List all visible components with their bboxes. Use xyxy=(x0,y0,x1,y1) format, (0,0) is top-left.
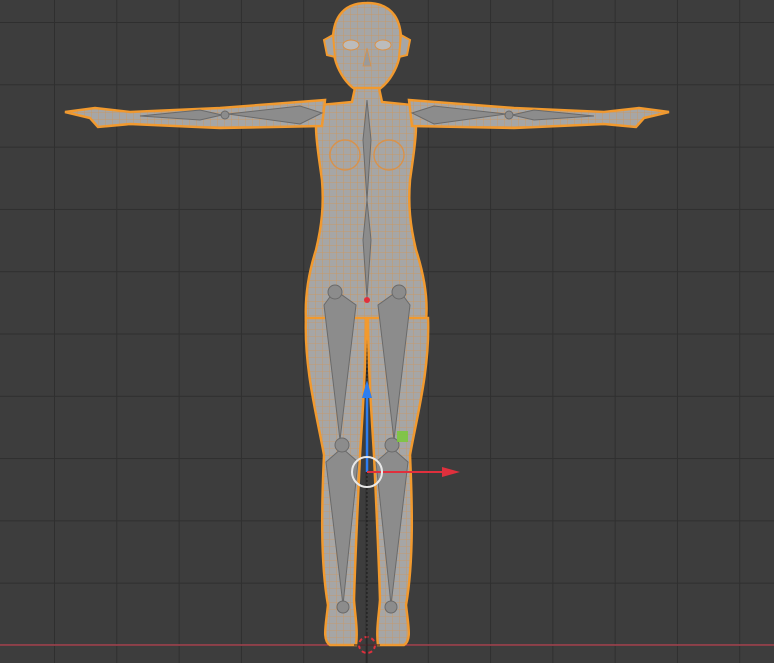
ankle-left-joint[interactable] xyxy=(336,600,350,614)
pelvis-joint[interactable] xyxy=(364,297,370,303)
3d-viewport[interactable] xyxy=(0,0,774,663)
hip-right-joint[interactable] xyxy=(391,284,407,300)
x-axis-arrow-head[interactable] xyxy=(442,467,460,477)
ankle-right-joint[interactable] xyxy=(384,600,398,614)
left-eye xyxy=(342,39,360,51)
shoulder-left-joint[interactable] xyxy=(220,110,230,120)
scale-handle[interactable] xyxy=(397,431,408,442)
hip-left-joint[interactable] xyxy=(327,284,343,300)
3d-cursor-icon[interactable] xyxy=(354,632,380,663)
right-eye xyxy=(374,39,392,51)
viewport-scene[interactable] xyxy=(0,0,774,663)
knee-right-joint[interactable] xyxy=(384,437,400,453)
knee-left-joint[interactable] xyxy=(334,437,350,453)
shoulder-right-joint[interactable] xyxy=(504,110,514,120)
